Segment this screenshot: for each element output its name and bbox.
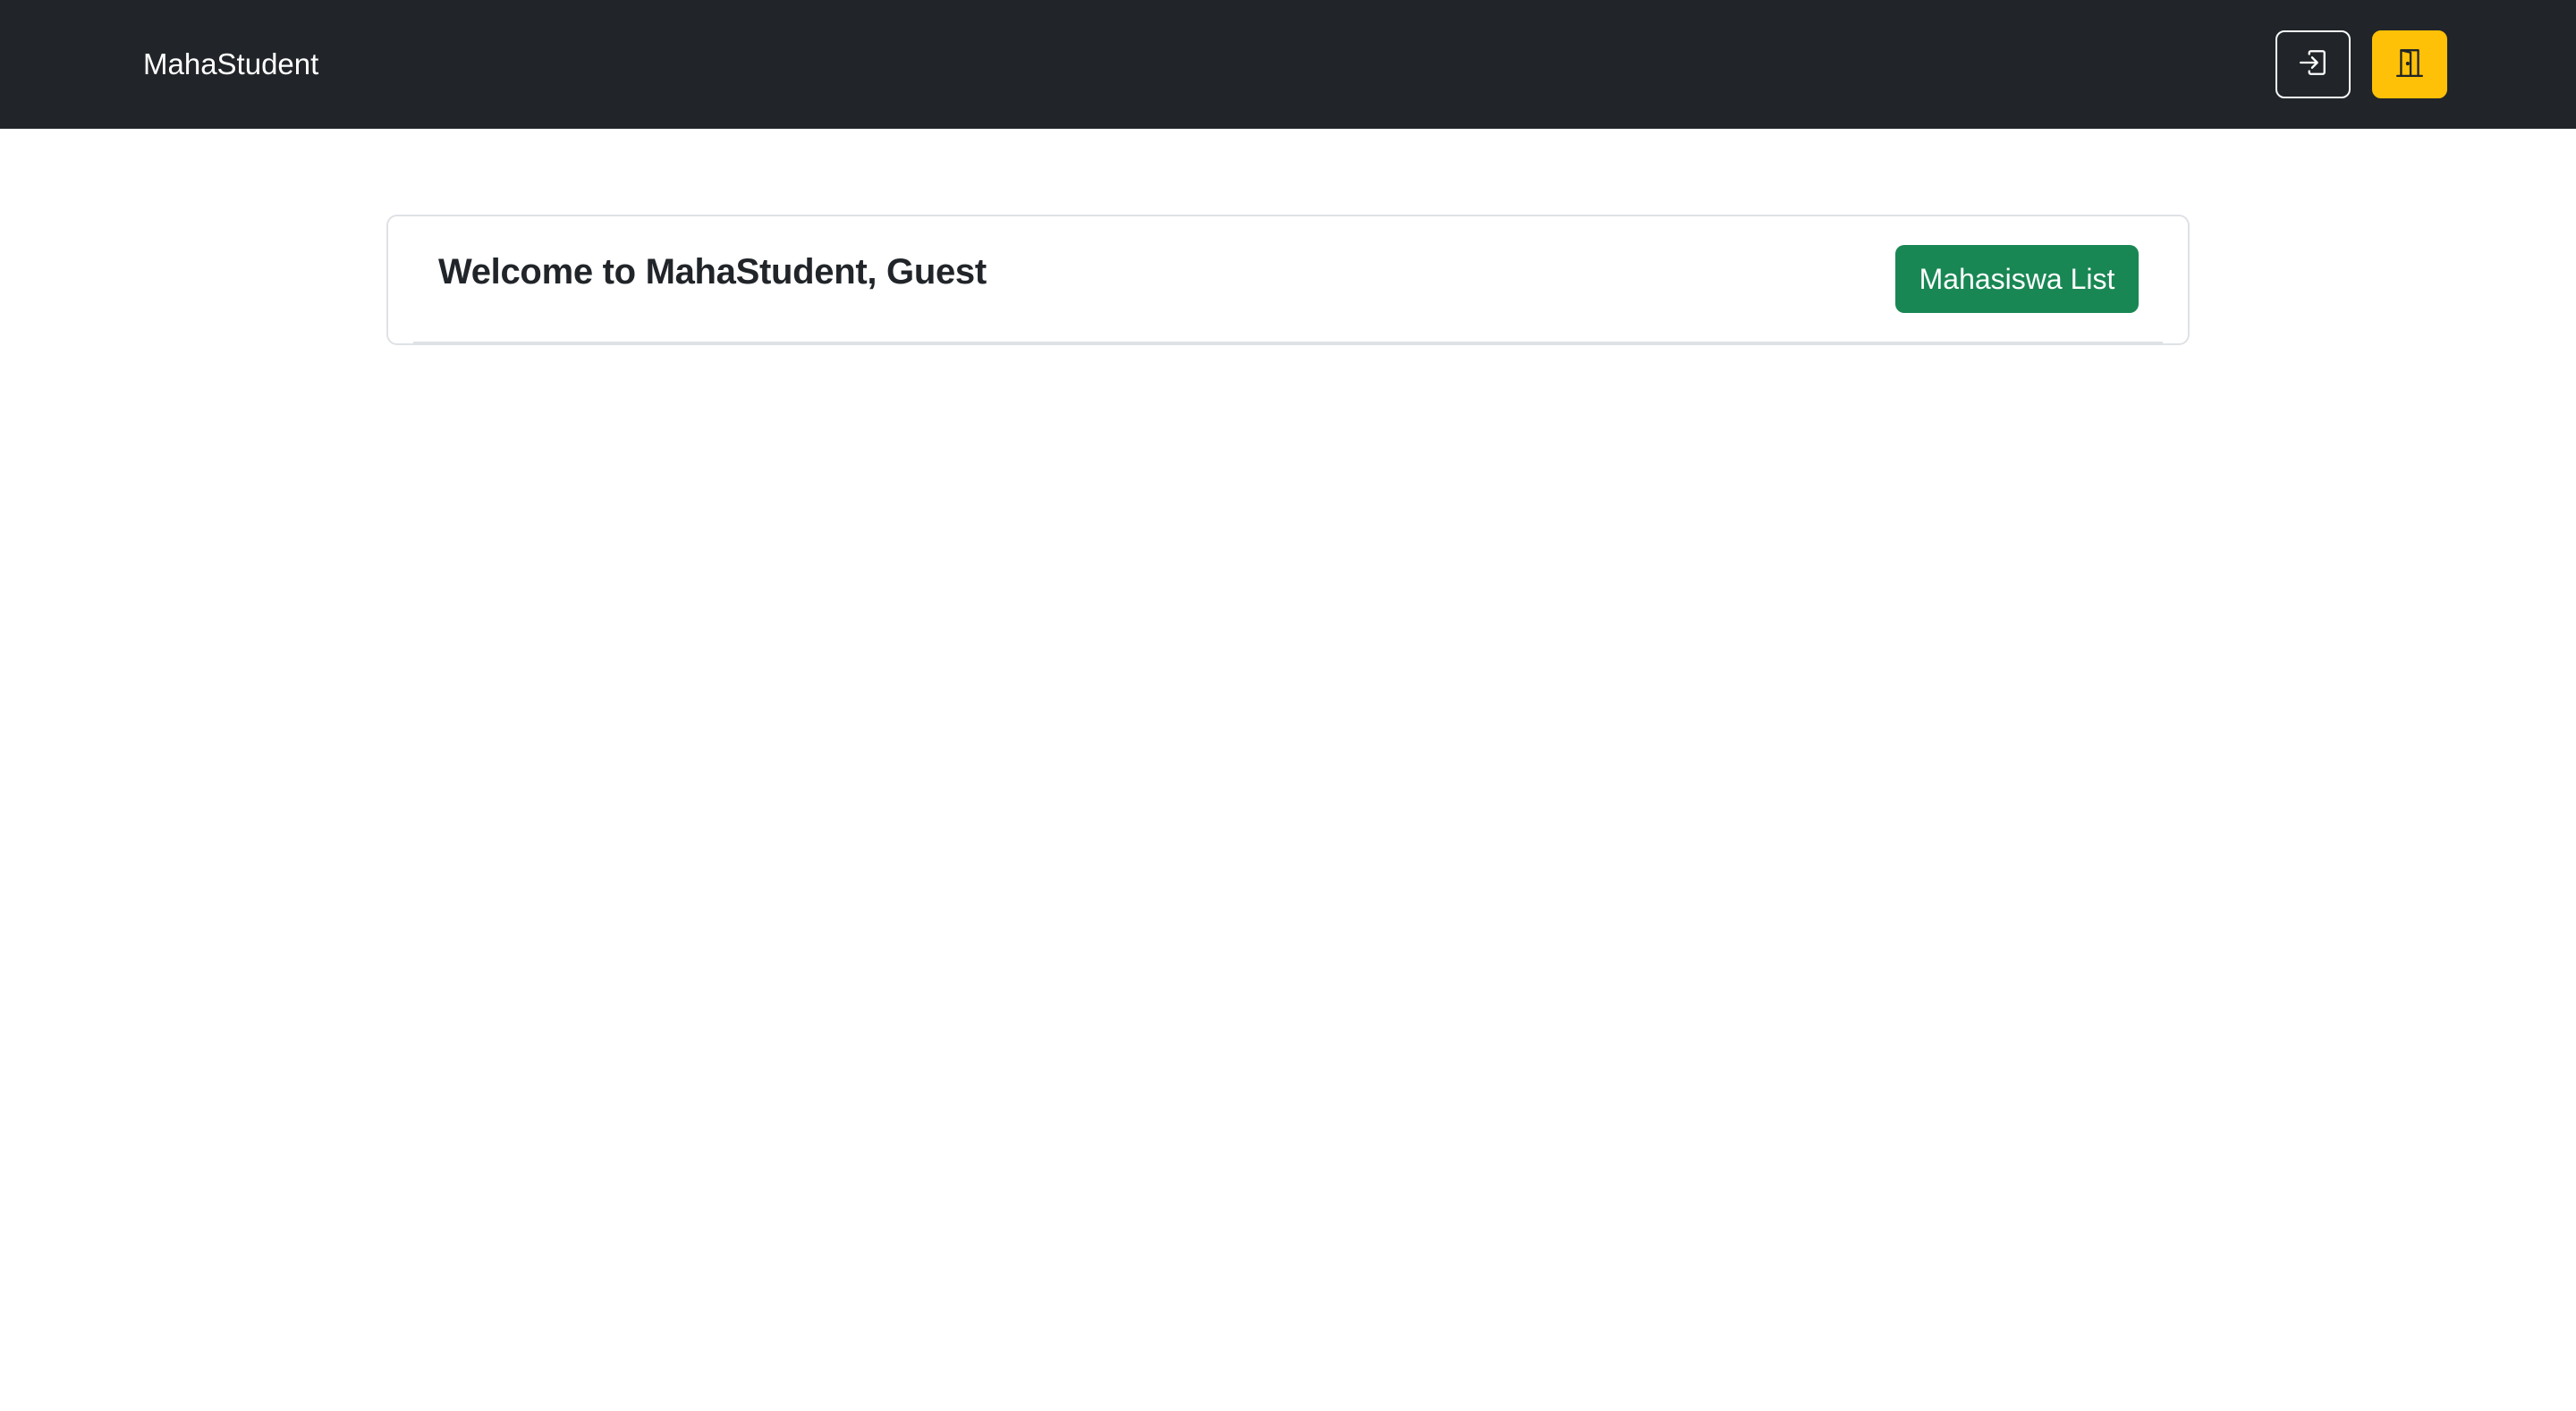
- navbar: MahaStudent: [0, 0, 2576, 129]
- card-header-divider: [413, 342, 2163, 343]
- exit-button[interactable]: [2372, 30, 2447, 98]
- login-arrow-icon: [2298, 47, 2328, 82]
- welcome-card: Welcome to MahaStudent, Guest Mahasiswa …: [386, 215, 2190, 345]
- login-button[interactable]: [2275, 30, 2351, 98]
- door-icon: [2394, 47, 2425, 82]
- mahasiswa-list-button[interactable]: Mahasiswa List: [1895, 245, 2139, 313]
- welcome-heading: Welcome to MahaStudent, Guest: [438, 252, 987, 291]
- brand-link[interactable]: MahaStudent: [143, 0, 318, 129]
